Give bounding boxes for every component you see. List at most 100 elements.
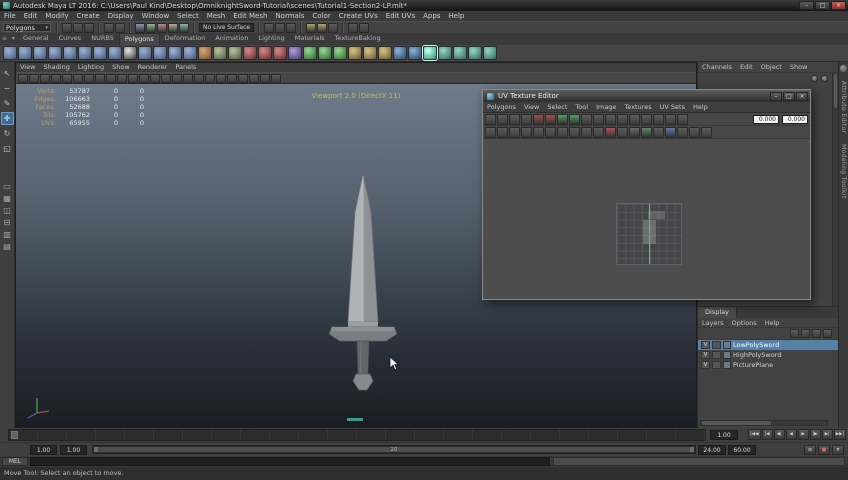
triangulate-icon[interactable] — [303, 46, 317, 60]
render-current-frame-icon[interactable] — [306, 22, 317, 33]
make-live-icon[interactable] — [179, 22, 189, 33]
flip-u-icon[interactable] — [485, 113, 496, 125]
uv-lattice-tool-icon[interactable] — [485, 126, 496, 138]
refresh-image-icon[interactable] — [665, 126, 676, 138]
shelf-tab-polygons[interactable]: Polygons — [118, 33, 160, 45]
channel-box-settings-icon[interactable] — [811, 75, 818, 82]
ipr-render-icon[interactable] — [317, 22, 328, 33]
uv-menu-help[interactable]: Help — [689, 103, 712, 111]
combine-icon[interactable] — [213, 46, 227, 60]
animation-start-field[interactable]: 1.00 — [30, 445, 57, 455]
use-all-lights-icon[interactable] — [183, 73, 193, 83]
poly-cylinder-icon[interactable] — [33, 46, 47, 60]
align-v-min-icon[interactable] — [629, 113, 640, 125]
new-layer-icon[interactable] — [823, 329, 832, 338]
uv-snapshot-icon[interactable] — [533, 126, 544, 138]
isolate-select-toggle-icon[interactable] — [653, 113, 664, 125]
transfer-attributes-icon[interactable] — [801, 329, 810, 338]
playback-start-field[interactable]: 1.00 — [60, 445, 87, 455]
bevel-icon[interactable] — [378, 46, 392, 60]
safe-title-icon[interactable] — [139, 73, 149, 83]
go-to-start-button[interactable]: |◀◀ — [748, 429, 761, 440]
boolean-intersect-icon[interactable] — [273, 46, 287, 60]
auto-keyframe-toggle[interactable]: ● — [818, 445, 830, 455]
menu-normals[interactable]: Normals — [271, 11, 308, 21]
step-forward-key-button[interactable]: |▶ — [809, 429, 821, 440]
poly-platonic-icon[interactable] — [138, 46, 152, 60]
command-input[interactable] — [30, 457, 550, 466]
panel-menu-shading[interactable]: Shading — [39, 63, 73, 72]
layer-editor-scrollbar[interactable] — [700, 420, 828, 426]
append-polygon-icon[interactable] — [408, 46, 422, 60]
spherical-mapping-icon[interactable] — [468, 46, 482, 60]
sidebar-tab-modeling-toolkit[interactable]: Modeling Toolkit — [840, 144, 847, 199]
exposure-icon[interactable] — [238, 73, 248, 83]
channel-menu-show[interactable]: Show — [786, 63, 812, 71]
range-end-handle[interactable] — [690, 447, 694, 452]
uv-sets-menu-icon[interactable] — [677, 126, 688, 138]
align-u-min-icon[interactable] — [605, 113, 616, 125]
snap-to-grid-icon[interactable] — [135, 22, 145, 33]
shelf-arrow-icon[interactable]: ▾ — [9, 33, 18, 45]
menu-set-dropdown[interactable]: Polygons ▾ — [3, 23, 51, 32]
selection-highlight-icon[interactable] — [275, 22, 286, 33]
select-camera-icon[interactable] — [18, 73, 28, 83]
rotate-ccw-icon[interactable] — [509, 113, 520, 125]
poly-sphere-icon[interactable] — [3, 46, 17, 60]
move-tool[interactable]: ✛ — [0, 112, 14, 125]
shadows-toggle-icon[interactable] — [194, 73, 204, 83]
menu-window[interactable]: Window — [138, 11, 174, 21]
scale-tool[interactable]: ◱ — [1, 142, 14, 155]
layer-visibility-toggle[interactable]: V — [701, 341, 710, 349]
shelf-menu-icon[interactable]: ≡ — [0, 33, 9, 45]
layer-display-type-toggle[interactable] — [712, 351, 721, 359]
pixel-snap-icon[interactable] — [593, 126, 604, 138]
range-slider-bar[interactable]: 20 — [94, 447, 694, 453]
filtered-image-toggle-icon[interactable] — [557, 126, 568, 138]
poly-pyramid-icon[interactable] — [153, 46, 167, 60]
layer-row-pictureplane[interactable]: V PicturePlane — [698, 360, 838, 370]
layer-row-highpolysword[interactable]: V HighPolySword — [698, 350, 838, 360]
select-tool[interactable]: ↖ — [1, 67, 14, 80]
layer-color-swatch[interactable] — [723, 341, 731, 349]
cut-uv-icon[interactable] — [533, 113, 544, 125]
uv-menu-image[interactable]: Image — [592, 103, 620, 111]
poly-plane-icon[interactable] — [78, 46, 92, 60]
smooth-icon[interactable] — [288, 46, 302, 60]
shelf-tab-deformation[interactable]: Deformation — [160, 33, 211, 45]
poly-torus-icon[interactable] — [63, 46, 77, 60]
uv-minimize-button[interactable]: – — [770, 91, 782, 101]
four-pane-layout-button[interactable]: ▦ — [1, 193, 14, 204]
animation-preferences-button[interactable]: ▾ — [832, 445, 844, 455]
rotate-tool[interactable]: ↻ — [1, 127, 14, 140]
grid-uv-icon[interactable] — [593, 113, 604, 125]
poly-disc-icon[interactable] — [93, 46, 107, 60]
motion-blur-icon[interactable] — [216, 73, 226, 83]
anti-aliasing-icon[interactable] — [227, 73, 237, 83]
uv-menu-uv-sets[interactable]: UV Sets — [656, 103, 689, 111]
layer-menu-options[interactable]: Options — [728, 319, 761, 327]
play-backwards-button[interactable]: ◀ — [785, 429, 797, 440]
menu-create-uvs[interactable]: Create UVs — [335, 11, 382, 21]
poly-pipe-icon[interactable] — [168, 46, 182, 60]
shelf-tab-lighting[interactable]: Lighting — [253, 33, 289, 45]
layer-visibility-toggle[interactable]: V — [701, 361, 710, 369]
rotate-cw-icon[interactable] — [521, 113, 532, 125]
layer-options-icon[interactable] — [790, 329, 799, 338]
separate-icon[interactable] — [228, 46, 242, 60]
shelf-tab-materials[interactable]: Materials — [290, 33, 330, 45]
minimize-button[interactable]: – — [799, 1, 814, 10]
shaded-mode-icon[interactable] — [161, 73, 171, 83]
current-frame-field[interactable]: 1.00 — [710, 430, 738, 440]
menu-apps[interactable]: Apps — [419, 11, 444, 21]
outliner-persp-layout-button[interactable]: ▤ — [1, 241, 14, 252]
select-shell-icon[interactable] — [521, 126, 532, 138]
redo-icon[interactable] — [115, 22, 125, 33]
layer-menu-help[interactable]: Help — [761, 319, 784, 327]
sidebar-tab-attribute-editor[interactable]: Attribute Editor — [840, 81, 847, 134]
move-and-sew-icon[interactable] — [569, 113, 580, 125]
gamma-icon[interactable] — [249, 73, 259, 83]
menu-file[interactable]: File — [0, 11, 20, 21]
reduce-icon[interactable] — [348, 46, 362, 60]
shaded-uv-display-icon[interactable] — [605, 126, 616, 138]
